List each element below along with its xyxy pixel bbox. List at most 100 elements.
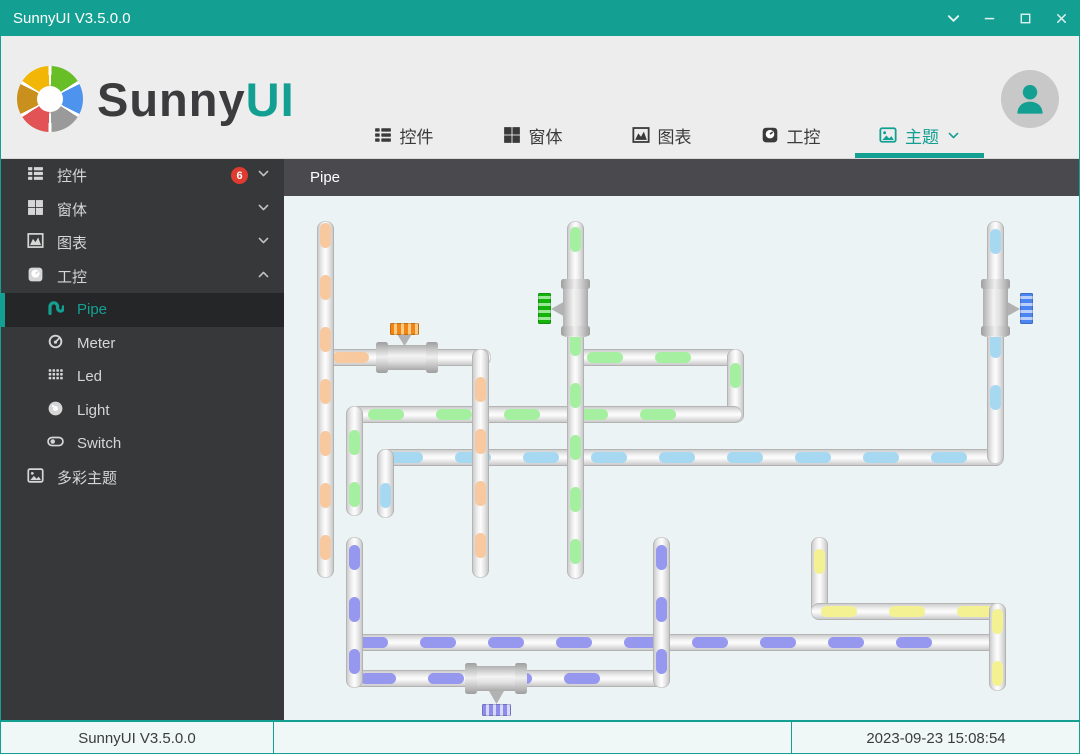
sidebar-item-label: Pipe	[77, 301, 108, 319]
sidebar-item-label: Led	[77, 368, 103, 386]
tab-themes[interactable]: 主题	[855, 112, 984, 158]
sidebar-item-forms[interactable]: 窗体	[1, 193, 284, 227]
sidebar-item-label: 窗体	[57, 201, 88, 219]
pipe-flange	[981, 326, 1010, 336]
pipe-flange	[981, 279, 1010, 289]
windows-icon	[503, 126, 521, 144]
sidebar: 控件 6 窗体图表工控 Pipe Meter Led Light Switch 多彩主题	[1, 159, 284, 720]
style-menu-button[interactable]	[935, 1, 971, 36]
logo-text: SunnyUI	[97, 72, 295, 127]
user-icon	[1012, 81, 1048, 117]
valve-handle[interactable]	[482, 704, 511, 716]
notification-badge: 6	[231, 167, 248, 185]
tab-controls[interactable]: 控件	[339, 112, 468, 158]
pipe-segment-orange-v1	[317, 221, 334, 578]
statusbar-clock: 2023-09-23 15:08:54	[866, 729, 1006, 747]
pipe-flange	[465, 663, 477, 694]
chart-icon	[631, 126, 650, 144]
page-title: Pipe	[310, 169, 341, 186]
pipe-segment-purple-v9	[653, 537, 670, 688]
pipe-canvas	[284, 196, 1079, 720]
chevron-down-icon	[257, 234, 270, 247]
valve-stem	[489, 691, 504, 704]
list-icon	[374, 126, 392, 144]
valve-handle[interactable]	[390, 323, 419, 335]
sidebar-item-controls[interactable]: 控件 6	[1, 159, 284, 193]
sidebar-item-label: 图表	[57, 235, 88, 253]
pipe-segment-orange-v2	[472, 349, 489, 578]
header: SunnyUI 控件 窗体 图表 工控 主题	[1, 36, 1079, 159]
sidebar-item-label: Switch	[77, 435, 122, 453]
valve-handle[interactable]	[538, 293, 551, 324]
list-icon	[27, 165, 44, 182]
nav-tabs: 控件 窗体 图表 工控 主题	[339, 112, 984, 158]
pipe-segment-green-h2	[567, 349, 742, 366]
active-tab-underline	[855, 153, 984, 158]
close-button[interactable]	[1043, 1, 1079, 36]
chart-icon	[27, 232, 44, 249]
light-icon	[47, 400, 64, 417]
image-icon	[879, 126, 897, 144]
pipe-segment-blue-v7	[987, 221, 1004, 464]
led-icon	[47, 366, 64, 383]
minimize-button[interactable]	[971, 1, 1007, 36]
sidebar-item-light[interactable]: Light	[1, 394, 284, 428]
chevron-down-icon	[257, 167, 270, 180]
avatar[interactable]	[1001, 70, 1059, 128]
pipe-flange	[515, 663, 527, 694]
chevron-down-icon	[946, 11, 961, 26]
tab-forms[interactable]: 窗体	[468, 112, 597, 158]
pipe-icon	[47, 299, 64, 316]
tab-industrial[interactable]: 工控	[726, 112, 855, 158]
maximize-button[interactable]	[1007, 1, 1043, 36]
content-header: Pipe	[284, 159, 1079, 196]
tab-label: 控件	[399, 127, 434, 147]
pipe-icon	[47, 299, 64, 316]
pipe-segment-yellow-v11	[989, 603, 1006, 691]
maximize-icon	[1018, 11, 1033, 26]
sidebar-item-led[interactable]: Led	[1, 360, 284, 394]
sidebar-item-industrial[interactable]: 工控	[1, 260, 284, 294]
sidebar-item-colorful-theme[interactable]: 多彩主题	[1, 461, 284, 495]
chevron-down-icon	[257, 201, 270, 214]
sidebar-item-label: 工控	[57, 268, 88, 286]
sidebar-item-switch[interactable]: Switch	[1, 427, 284, 461]
pipe-segment-yellow-h7	[811, 603, 1006, 620]
logo-text-ui: UI	[245, 72, 295, 126]
pipe-flange	[376, 342, 388, 373]
chevron-down-icon	[947, 129, 960, 142]
meter-icon	[47, 333, 64, 350]
logo-pinwheel-icon	[17, 66, 83, 132]
sidebar-item-label: 多彩主题	[57, 469, 118, 487]
window-title: SunnyUI V3.5.0.0	[13, 10, 131, 27]
close-icon	[1054, 11, 1069, 26]
app-window: SunnyUI V3.5.0.0 SunnyUI 控件 窗体 图表 工控 主题 控件 6 窗…	[0, 0, 1080, 754]
tab-label: 主题	[905, 127, 939, 147]
sidebar-item-pipe[interactable]: Pipe	[1, 293, 284, 327]
sidebar-item-label: Light	[77, 401, 110, 419]
pipe-segment-green-v5	[346, 406, 363, 516]
valve-handle[interactable]	[1020, 293, 1033, 324]
tab-label: 窗体	[528, 127, 563, 147]
sidebar-item-meter[interactable]: Meter	[1, 327, 284, 361]
chevron-up-icon	[257, 268, 270, 281]
pipe-flange	[561, 326, 590, 336]
sunnyui-logo: SunnyUI	[17, 66, 295, 132]
pipe-segment-green-v3	[567, 221, 584, 579]
minimize-icon	[982, 11, 997, 26]
pipe-flange	[561, 279, 590, 289]
pipe-segment-purple-v8	[346, 537, 363, 688]
image-icon	[27, 467, 44, 484]
tab-label: 工控	[786, 127, 821, 147]
logo-text-sunny: Sunny	[97, 72, 246, 126]
sidebar-item-charts[interactable]: 图表	[1, 226, 284, 260]
tab-charts[interactable]: 图表	[597, 112, 726, 158]
pipe-segment-green-h3	[346, 406, 742, 423]
pipe-segment-blue-v6	[377, 449, 394, 518]
windows-icon	[27, 199, 44, 216]
sidebar-item-label: 控件	[57, 168, 88, 186]
statusbar-version: SunnyUI V3.5.0.0	[78, 729, 196, 747]
window-controls	[935, 1, 1079, 36]
statusbar: SunnyUI V3.5.0.0 2023-09-23 15:08:54	[1, 720, 1079, 753]
switch-icon	[47, 433, 64, 450]
